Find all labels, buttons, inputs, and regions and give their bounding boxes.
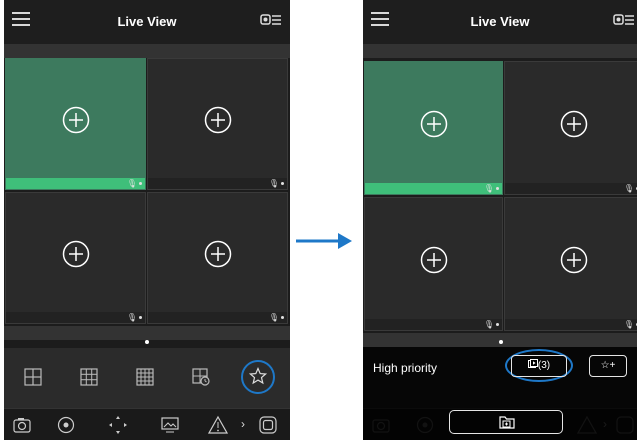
layout-bar xyxy=(4,348,290,408)
mic-icon[interactable]: 🎙 xyxy=(484,183,494,194)
cell-footer: 🎙 xyxy=(148,178,287,189)
status-strip xyxy=(363,44,637,58)
status-dot xyxy=(139,316,142,319)
image-adjust-icon[interactable] xyxy=(160,415,180,435)
mic-icon[interactable]: 🎙 xyxy=(484,319,494,330)
video-cell-4[interactable]: 🎙 xyxy=(504,197,637,331)
play-group-icon xyxy=(527,359,538,368)
add-camera-icon[interactable] xyxy=(62,240,90,268)
favorites-panel: High priority (3) ☆+ xyxy=(363,347,637,440)
add-favorite-button[interactable]: ☆+ xyxy=(589,355,627,377)
add-camera-icon[interactable] xyxy=(62,106,90,134)
mic-icon[interactable]: 🎙 xyxy=(127,178,137,189)
add-folder-button[interactable] xyxy=(449,410,563,434)
alarm-icon[interactable] xyxy=(208,415,228,435)
top-bar: Live View xyxy=(363,0,637,44)
add-camera-icon[interactable] xyxy=(560,246,588,274)
video-cell-2[interactable]: 🎙 xyxy=(147,58,288,190)
right-live-view-screen: Live View 🎙 🎙 🎙 🎙 High priority (3) ☆+ xyxy=(363,0,637,440)
page-strip xyxy=(4,326,290,340)
snapshot-icon[interactable] xyxy=(12,415,32,435)
status-dot xyxy=(496,187,499,190)
cell-footer: 🎙 xyxy=(505,319,637,330)
status-dot xyxy=(281,182,284,185)
cell-footer: 🎙 xyxy=(365,183,502,194)
page-title: Live View xyxy=(470,14,530,29)
video-cell-4[interactable]: 🎙 xyxy=(147,192,288,324)
record-list-icon[interactable] xyxy=(613,12,635,28)
add-camera-icon[interactable] xyxy=(204,106,232,134)
page-title: Live View xyxy=(117,14,177,29)
ptz-icon[interactable] xyxy=(108,415,128,435)
favorites-star-icon xyxy=(249,367,267,385)
add-camera-icon[interactable] xyxy=(560,110,588,138)
status-strip xyxy=(4,44,290,58)
mic-icon[interactable]: 🎙 xyxy=(624,183,634,194)
preset-count: (3) xyxy=(537,360,551,371)
video-cell-1[interactable]: 🎙 xyxy=(364,61,503,195)
left-live-view-screen: Live View 🎙 🎙 🎙 🎙 › xyxy=(4,0,290,440)
add-camera-icon[interactable] xyxy=(420,110,448,138)
layout-9-icon[interactable] xyxy=(136,368,154,386)
status-dot xyxy=(139,182,142,185)
playback-icon[interactable] xyxy=(192,368,210,386)
layout-4-icon[interactable] xyxy=(80,368,98,386)
panel-label: High priority xyxy=(373,361,438,375)
video-grid: 🎙 🎙 🎙 🎙 xyxy=(4,58,290,326)
record-list-icon[interactable] xyxy=(260,12,282,28)
cell-footer: 🎙 xyxy=(6,312,145,323)
cell-footer: 🎙 xyxy=(148,312,287,323)
record-icon[interactable] xyxy=(56,415,76,435)
mic-icon[interactable]: 🎙 xyxy=(269,312,279,323)
video-cell-2[interactable]: 🎙 xyxy=(504,61,637,195)
bottom-toolbar: › xyxy=(4,408,290,440)
page-indicator xyxy=(499,340,503,344)
page-indicator xyxy=(145,340,149,344)
fullscreen-icon[interactable] xyxy=(258,415,278,435)
status-dot xyxy=(281,316,284,319)
video-grid: 🎙 🎙 🎙 🎙 xyxy=(363,61,637,333)
mic-icon[interactable]: 🎙 xyxy=(269,178,279,189)
video-cell-3[interactable]: 🎙 xyxy=(5,192,146,324)
add-camera-icon[interactable] xyxy=(420,246,448,274)
cell-footer: 🎙 xyxy=(6,178,145,189)
add-camera-icon[interactable] xyxy=(204,240,232,268)
status-dot xyxy=(496,323,499,326)
favorites-button[interactable] xyxy=(241,360,275,394)
folder-add-icon xyxy=(499,416,515,429)
preset-group-button[interactable]: (3) xyxy=(511,355,567,377)
mic-icon[interactable]: 🎙 xyxy=(127,312,137,323)
video-cell-1[interactable]: 🎙 xyxy=(5,58,146,190)
mic-icon[interactable]: 🎙 xyxy=(624,319,634,330)
chevron-right-icon[interactable]: › xyxy=(241,417,245,431)
layout-1-icon[interactable] xyxy=(24,368,42,386)
arrow-right-icon xyxy=(296,233,352,249)
cell-footer: 🎙 xyxy=(505,183,637,194)
cell-footer: 🎙 xyxy=(365,319,502,330)
top-bar: Live View xyxy=(4,0,290,44)
video-cell-3[interactable]: 🎙 xyxy=(364,197,503,331)
